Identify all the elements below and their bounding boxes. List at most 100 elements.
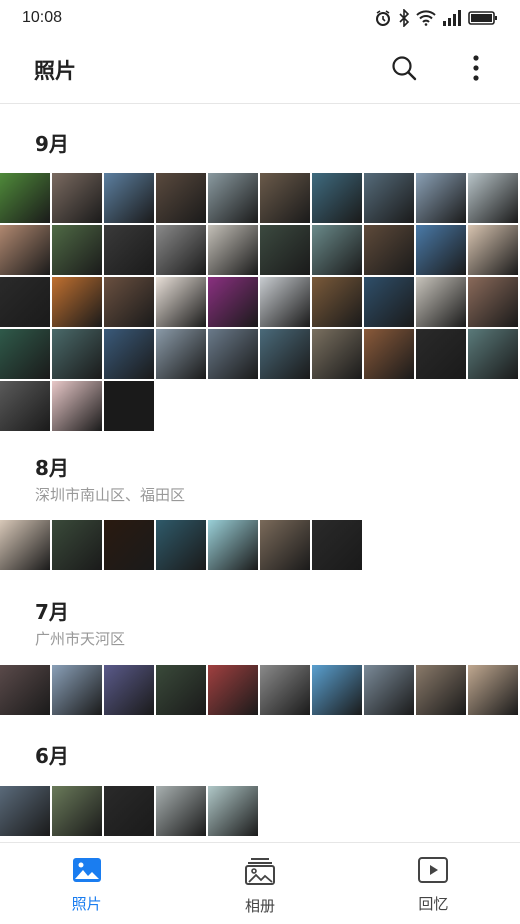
- nav-label-albums: 相册: [244, 897, 275, 915]
- battery-icon: [468, 10, 498, 26]
- photo-thumbnail[interactable]: [260, 665, 310, 715]
- photo-timeline[interactable]: 9月 8月 深圳市南山区、福田区 7月 广州市天河区 6月: [0, 104, 520, 842]
- photo-thumbnail[interactable]: [156, 329, 206, 379]
- photo-thumbnail[interactable]: [416, 329, 466, 379]
- photo-thumbnail[interactable]: [208, 520, 258, 570]
- photo-thumbnail[interactable]: [104, 173, 154, 223]
- photo-thumbnail[interactable]: [104, 520, 154, 570]
- photo-thumbnail[interactable]: [0, 225, 50, 275]
- photo-thumbnail[interactable]: [468, 665, 518, 715]
- photo-thumbnail[interactable]: [156, 277, 206, 327]
- photo-thumbnail[interactable]: [208, 173, 258, 223]
- photo-thumbnail[interactable]: [260, 329, 310, 379]
- app-bar: 照片: [0, 36, 520, 104]
- photo-thumbnail[interactable]: [312, 329, 362, 379]
- photo-thumbnail[interactable]: [104, 277, 154, 327]
- image-icon: [72, 857, 102, 887]
- photo-thumbnail[interactable]: [364, 225, 414, 275]
- more-options-button[interactable]: [460, 54, 492, 86]
- photo-thumbnail[interactable]: [416, 225, 466, 275]
- photo-thumbnail[interactable]: [0, 329, 50, 379]
- photos-app-screen: 10:08 照片 9月 8月 深圳市南山区、福田区 7月 广州市天河区 6月 照…: [0, 0, 520, 924]
- photo-thumbnail[interactable]: [208, 225, 258, 275]
- photo-thumbnail[interactable]: [468, 329, 518, 379]
- more-vertical-icon: [472, 54, 480, 85]
- photo-thumbnail[interactable]: [0, 173, 50, 223]
- photo-thumbnail[interactable]: [468, 225, 518, 275]
- status-icons: [374, 9, 498, 27]
- photo-thumbnail[interactable]: [0, 277, 50, 327]
- photo-thumbnail[interactable]: [312, 520, 362, 570]
- photo-grid-jul: [0, 665, 520, 715]
- photo-thumbnail[interactable]: [208, 329, 258, 379]
- nav-label-photos: 照片: [71, 895, 102, 913]
- photo-thumbnail[interactable]: [364, 329, 414, 379]
- photo-thumbnail[interactable]: [52, 786, 102, 836]
- photo-thumbnail[interactable]: [156, 225, 206, 275]
- search-icon: [391, 55, 417, 85]
- photo-thumbnail[interactable]: [312, 277, 362, 327]
- section-title-jun: 6月: [35, 744, 69, 768]
- photo-thumbnail[interactable]: [312, 173, 362, 223]
- play-icon: [418, 857, 449, 887]
- photo-thumbnail[interactable]: [260, 277, 310, 327]
- signal-icon: [442, 10, 462, 26]
- photo-thumbnail[interactable]: [364, 277, 414, 327]
- photo-thumbnail[interactable]: [208, 665, 258, 715]
- section-title-aug: 8月: [35, 456, 69, 480]
- photo-thumbnail[interactable]: [52, 225, 102, 275]
- page-title: 照片: [34, 58, 76, 83]
- search-button[interactable]: [388, 54, 420, 86]
- section-location-jul: 广州市天河区: [35, 630, 126, 648]
- photo-thumbnail[interactable]: [52, 173, 102, 223]
- photo-thumbnail[interactable]: [364, 173, 414, 223]
- photo-thumbnail[interactable]: [52, 381, 102, 431]
- photo-thumbnail[interactable]: [364, 665, 414, 715]
- photo-thumbnail[interactable]: [416, 277, 466, 327]
- photo-grid-jun: [0, 786, 520, 836]
- photo-thumbnail[interactable]: [260, 225, 310, 275]
- bottom-nav: 照片 相册 回忆: [0, 842, 520, 924]
- nav-item-albums[interactable]: 相册: [173, 843, 346, 924]
- photo-thumbnail[interactable]: [0, 520, 50, 570]
- photo-thumbnail[interactable]: [312, 225, 362, 275]
- photo-thumbnail[interactable]: [416, 173, 466, 223]
- photo-thumbnail[interactable]: [468, 173, 518, 223]
- nav-item-photos[interactable]: 照片: [0, 843, 173, 924]
- photo-grid-sep: [0, 173, 520, 431]
- section-title-jul: 7月: [35, 600, 69, 624]
- photo-thumbnail[interactable]: [52, 665, 102, 715]
- photo-thumbnail[interactable]: [312, 665, 362, 715]
- photo-thumbnail[interactable]: [208, 786, 258, 836]
- nav-label-memories: 回忆: [418, 895, 449, 913]
- photo-thumbnail[interactable]: [156, 520, 206, 570]
- alarm-icon: [374, 9, 392, 27]
- photo-thumbnail[interactable]: [52, 520, 102, 570]
- photo-thumbnail[interactable]: [52, 329, 102, 379]
- section-location-aug: 深圳市南山区、福田区: [35, 486, 186, 504]
- photo-thumbnail[interactable]: [0, 665, 50, 715]
- photo-thumbnail[interactable]: [0, 786, 50, 836]
- nav-item-memories[interactable]: 回忆: [347, 843, 520, 924]
- photo-thumbnail[interactable]: [104, 329, 154, 379]
- photo-thumbnail[interactable]: [260, 173, 310, 223]
- photo-thumbnail[interactable]: [208, 277, 258, 327]
- bluetooth-icon: [398, 9, 410, 27]
- photo-thumbnail[interactable]: [104, 786, 154, 836]
- photo-thumbnail[interactable]: [52, 277, 102, 327]
- photo-grid-aug: [0, 520, 520, 570]
- photo-thumbnail[interactable]: [156, 665, 206, 715]
- status-bar: 10:08: [0, 0, 520, 36]
- photo-thumbnail[interactable]: [260, 520, 310, 570]
- photo-thumbnail[interactable]: [104, 225, 154, 275]
- photo-thumbnail[interactable]: [0, 381, 50, 431]
- section-title-sep: 9月: [35, 132, 69, 156]
- photo-thumbnail[interactable]: [416, 665, 466, 715]
- photo-thumbnail[interactable]: [468, 277, 518, 327]
- album-icon: [244, 857, 275, 889]
- photo-thumbnail[interactable]: [156, 173, 206, 223]
- photo-thumbnail[interactable]: [104, 381, 154, 431]
- photo-thumbnail[interactable]: [156, 786, 206, 836]
- photo-thumbnail[interactable]: [104, 665, 154, 715]
- status-time: 10:08: [22, 9, 63, 26]
